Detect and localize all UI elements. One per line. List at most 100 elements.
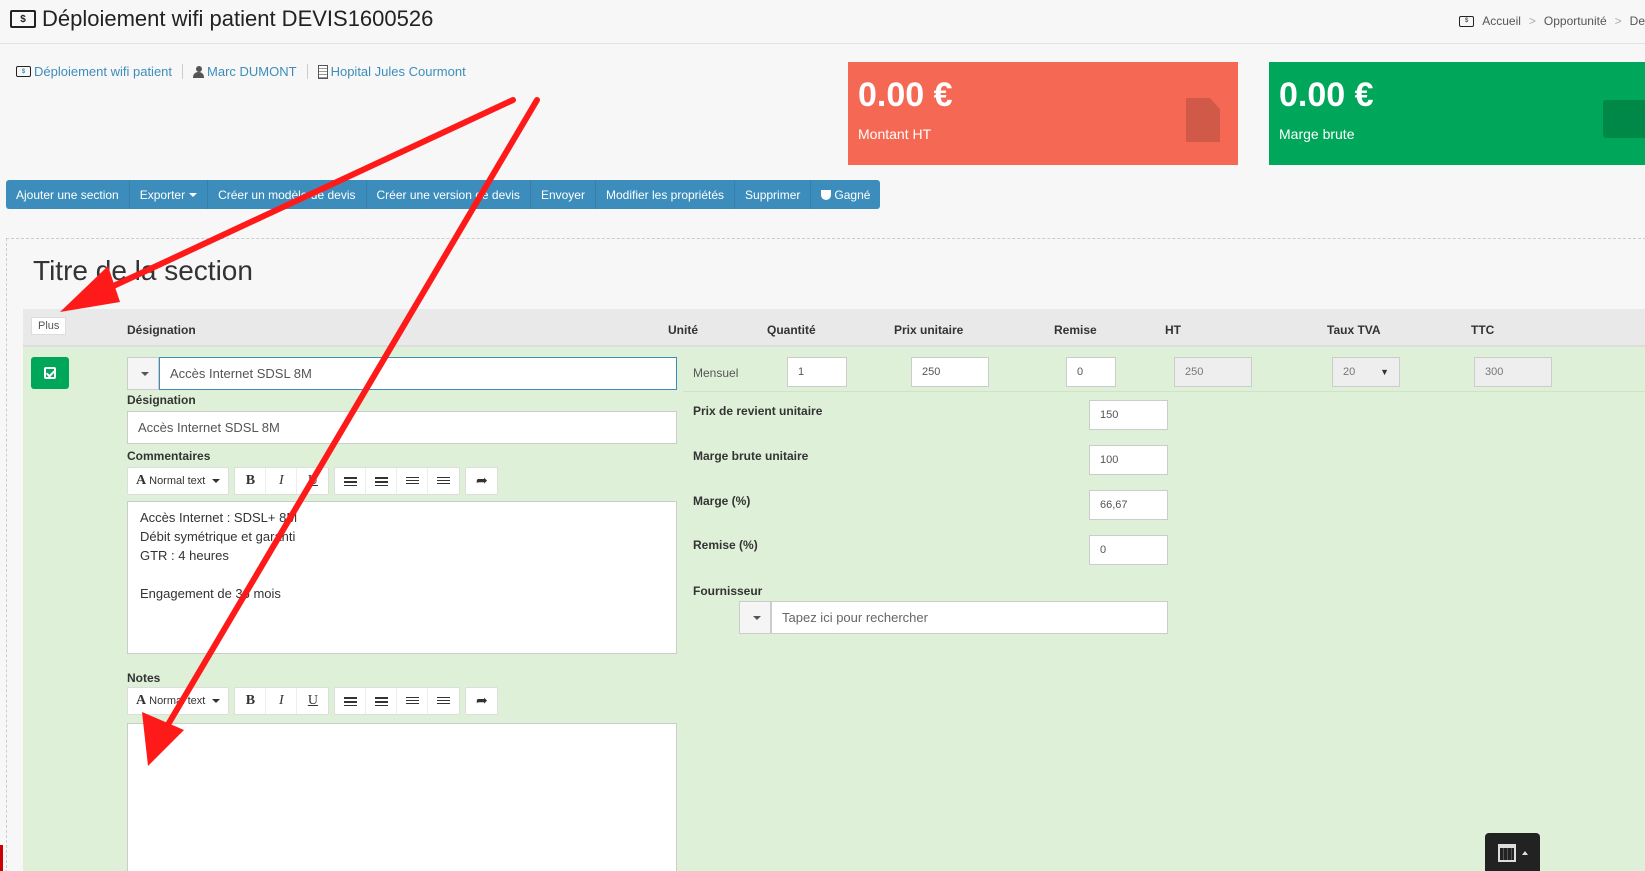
comments-editor-toolbar: A Normal text B I U ➦ <box>127 467 499 495</box>
triangle-down-icon: ▼ <box>1380 367 1389 377</box>
font-icon: A <box>136 473 147 488</box>
tva-select[interactable]: 20 ▼ <box>1332 357 1400 387</box>
gross-margin-unit-input[interactable]: 100 <box>1089 445 1168 475</box>
col-unit: Unité <box>668 323 698 337</box>
page-title-text: Déploiement wifi patient DEVIS1600526 <box>42 6 434 31</box>
col-discount: Remise <box>1054 323 1097 337</box>
create-version-button[interactable]: Créer une version de devis <box>367 180 531 209</box>
money-icon: $ <box>10 10 36 28</box>
text-style-label: Normal text <box>149 475 206 487</box>
redo-button[interactable]: ➦ <box>466 468 497 494</box>
organization-link[interactable]: Hopital Jules Courmont <box>306 64 476 79</box>
page-title: $ Déploiement wifi patient DEVIS1600526 <box>10 6 433 32</box>
supplier-search-input[interactable]: Tapez ici pour rechercher <box>771 601 1168 634</box>
ordered-list-icon <box>343 696 357 706</box>
notes-editor[interactable] <box>127 723 677 871</box>
cost-price-input[interactable]: 150 <box>1089 400 1168 430</box>
underline-button[interactable]: U <box>297 468 328 494</box>
unordered-list-button[interactable] <box>366 468 398 494</box>
building-icon <box>317 64 328 79</box>
ordered-list-icon <box>343 476 357 486</box>
money-icon: $ <box>16 66 31 77</box>
add-section-button[interactable]: Ajouter une section <box>6 180 130 209</box>
redo-button[interactable]: ➦ <box>466 688 497 714</box>
unordered-list-icon <box>374 476 388 486</box>
caret-down-icon <box>189 192 198 197</box>
designation-field[interactable]: Accès Internet SDSL 8M <box>127 411 677 444</box>
supplier-label: Fournisseur <box>693 584 763 598</box>
check-square-icon <box>44 367 56 379</box>
text-style-dropdown[interactable]: A Normal text <box>128 688 228 714</box>
share-icon: ➦ <box>476 473 488 489</box>
project-link-label: Déploiement wifi patient <box>34 64 173 79</box>
text-style-dropdown[interactable]: A Normal text <box>128 468 228 494</box>
notes-editor-toolbar: A Normal text B I U ➦ <box>127 687 499 715</box>
col-ttc: TTC <box>1471 323 1495 337</box>
ht-field: 250 <box>1174 357 1252 387</box>
supplier-dropdown-button[interactable] <box>739 601 771 634</box>
amount-ht-box: 0.00 € Montant HT <box>848 62 1238 165</box>
quote-section: Titre de la section Plus Désignation Uni… <box>6 238 1645 871</box>
caret-down-icon <box>212 699 221 703</box>
discount-pct-label: Remise (%) <box>693 538 758 552</box>
comments-editor[interactable]: Accès Internet : SDSL+ 8M Débit symétriq… <box>127 501 677 654</box>
ttc-field: 300 <box>1474 357 1552 387</box>
breadcrumb-home[interactable]: Accueil <box>1482 14 1521 28</box>
calendar-icon <box>1497 844 1516 862</box>
delete-button[interactable]: Supprimer <box>735 180 812 209</box>
comment-line: GTR : 4 heures <box>140 548 229 563</box>
unit-price-input[interactable]: 250 <box>911 357 989 387</box>
outdent-icon <box>405 476 419 486</box>
organization-link-label: Hopital Jules Courmont <box>330 64 466 79</box>
bold-button[interactable]: B <box>235 688 267 714</box>
ordered-list-button[interactable] <box>335 688 367 714</box>
export-button[interactable]: Exporter <box>130 180 209 209</box>
cash-icon <box>1603 100 1645 138</box>
discount-input[interactable]: 0 <box>1066 357 1116 387</box>
col-quantity: Quantité <box>767 323 816 337</box>
breadcrumb-current: De <box>1629 14 1645 28</box>
section-title[interactable]: Titre de la section <box>33 255 253 287</box>
designation-label: Désignation <box>127 393 196 407</box>
italic-button[interactable]: I <box>266 688 298 714</box>
money-icon: $ <box>1459 15 1475 27</box>
comment-line: Engagement de 36 mois <box>140 586 281 601</box>
won-button[interactable]: Gagné <box>811 180 880 209</box>
indent-button[interactable] <box>428 688 459 714</box>
outdent-button[interactable] <box>397 688 429 714</box>
margin-pct-input[interactable]: 66,67 <box>1089 490 1168 520</box>
save-line-button[interactable] <box>31 357 69 389</box>
breadcrumb-opportunity[interactable]: Opportunité <box>1544 14 1607 28</box>
breadcrumb-separator: > <box>1614 14 1622 28</box>
won-button-label: Gagné <box>834 187 871 202</box>
unordered-list-button[interactable] <box>366 688 398 714</box>
gross-margin-label: Marge brute <box>1279 126 1355 142</box>
contact-link[interactable]: Marc DUMONT <box>182 64 307 79</box>
designation-select-input[interactable]: Accès Internet SDSL 8M <box>159 357 677 390</box>
amount-ht-label: Montant HT <box>858 126 932 142</box>
export-button-label: Exporter <box>139 187 186 202</box>
comment-line <box>140 565 664 584</box>
ordered-list-button[interactable] <box>335 468 367 494</box>
row-divider <box>683 391 1645 392</box>
discount-pct-input[interactable]: 0 <box>1089 535 1168 565</box>
send-button[interactable]: Envoyer <box>531 180 596 209</box>
page-header: $ Déploiement wifi patient DEVIS1600526 … <box>0 0 1645 44</box>
edit-properties-button[interactable]: Modifier les propriétés <box>596 180 736 209</box>
indent-icon <box>437 476 451 486</box>
underline-button[interactable]: U <box>297 688 328 714</box>
italic-button[interactable]: I <box>266 468 298 494</box>
text-style-label: Normal text <box>149 695 206 707</box>
plus-button[interactable]: Plus <box>31 317 67 335</box>
bold-button[interactable]: B <box>235 468 267 494</box>
table-row: Accès Internet SDSL 8M Mensuel 1 250 0 2… <box>23 347 1645 871</box>
quantity-input[interactable]: 1 <box>787 357 847 387</box>
caret-down-icon <box>141 371 149 376</box>
outdent-button[interactable] <box>397 468 429 494</box>
calendar-widget[interactable] <box>1485 833 1540 871</box>
col-designation: Désignation <box>127 323 196 337</box>
project-link[interactable]: $ Déploiement wifi patient <box>16 64 182 79</box>
create-template-button[interactable]: Créer un modèle de devis <box>208 180 367 209</box>
product-dropdown-button[interactable] <box>127 357 159 390</box>
indent-button[interactable] <box>428 468 459 494</box>
